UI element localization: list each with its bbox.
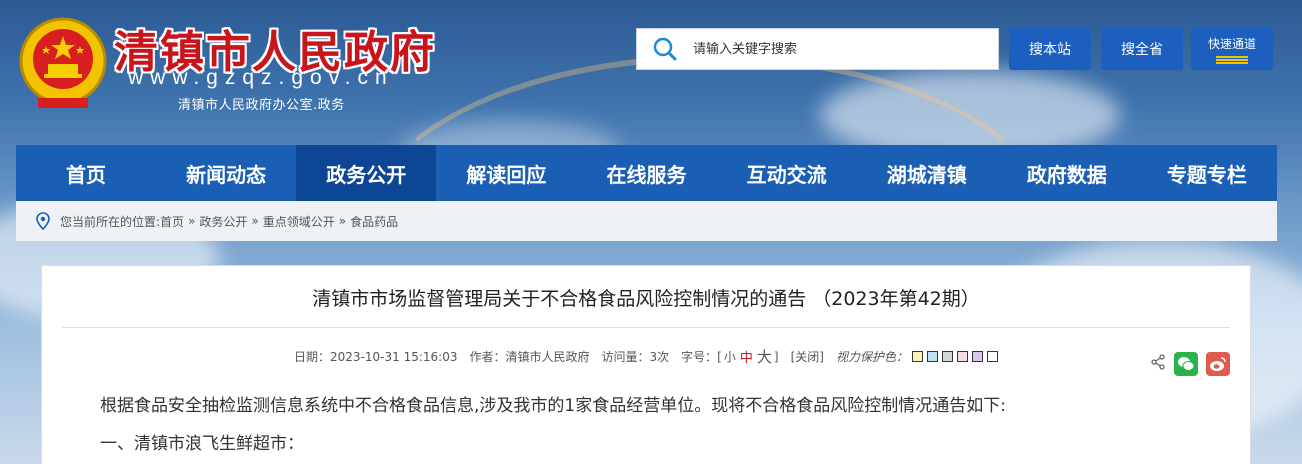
search-province-button[interactable]: 搜全省: [1101, 28, 1183, 70]
article-meta: 日期：2023-10-31 15:16:03 作者：清镇市人民政府 访问量：3次…: [42, 346, 1250, 367]
site-subtitle: 清镇市人民政府办公室.政务: [178, 98, 345, 113]
breadcrumb-sep: »: [338, 214, 347, 228]
eye-care-swatches: [911, 351, 998, 362]
nav-item-gov-data[interactable]: 政府数据: [997, 145, 1137, 201]
article-views: 访问量：3次: [601, 350, 670, 364]
breadcrumb: 您当前所在的位置: 首页 » 政务公开 » 重点领域公开 » 食品药品: [16, 201, 1277, 241]
breadcrumb-gov-info[interactable]: 政务公开: [199, 213, 247, 230]
article-panel: 清镇市市场监督管理局关于不合格食品风险控制情况的通告 （2023年第42期） 日…: [41, 265, 1251, 464]
weibo-icon[interactable]: [1206, 352, 1230, 376]
breadcrumb-key-areas[interactable]: 重点领域公开: [263, 213, 335, 230]
close-link[interactable]: [关闭]: [791, 348, 824, 365]
wechat-icon[interactable]: [1174, 352, 1198, 376]
color-swatch[interactable]: [971, 351, 983, 362]
article-paragraph: 一、清镇市浪飞生鲜超市：: [100, 434, 304, 454]
nav-item-topics[interactable]: 专题专栏: [1137, 145, 1277, 201]
eye-care-label: 视力保护色：: [835, 350, 908, 364]
nav-item-interpretation[interactable]: 解读回应: [436, 145, 576, 201]
breadcrumb-food-drug[interactable]: 食品药品: [350, 213, 398, 230]
nav-item-online-service[interactable]: 在线服务: [576, 145, 716, 201]
color-swatch[interactable]: [911, 351, 923, 362]
search-box: [636, 28, 999, 70]
article-author: 作者：清镇市人民政府: [469, 350, 590, 364]
nav-item-home[interactable]: 首页: [16, 145, 156, 201]
font-size-label: 字号：[: [681, 350, 722, 364]
search-input[interactable]: [693, 41, 983, 57]
font-size-large[interactable]: 大: [757, 346, 772, 367]
menu-lines-icon: [1216, 55, 1248, 64]
nav-item-interaction[interactable]: 互动交流: [717, 145, 857, 201]
nav-item-city[interactable]: 湖城清镇: [857, 145, 997, 201]
font-size-medium[interactable]: 中: [740, 347, 753, 366]
font-size-close: ]: [773, 349, 779, 364]
nav-item-news[interactable]: 新闻动态: [156, 145, 296, 201]
breadcrumb-sep: »: [188, 214, 196, 228]
share-icon[interactable]: [1150, 354, 1166, 374]
quick-access-button[interactable]: 快速通道: [1191, 28, 1273, 70]
breadcrumb-home[interactable]: 首页: [160, 213, 184, 230]
search-site-button[interactable]: 搜本站: [1009, 28, 1091, 70]
nav-item-gov-info[interactable]: 政务公开: [296, 145, 437, 201]
font-size-small[interactable]: 小: [724, 348, 736, 365]
color-swatch[interactable]: [941, 351, 953, 362]
site-url: www.gzqz.gov.cn: [128, 66, 394, 89]
color-swatch[interactable]: [926, 351, 938, 362]
color-swatch[interactable]: [956, 351, 968, 362]
breadcrumb-prefix: 您当前所在的位置:: [60, 214, 161, 229]
breadcrumb-sep: »: [251, 214, 259, 228]
search-icon[interactable]: [637, 28, 693, 70]
article-title: 清镇市市场监督管理局关于不合格食品风险控制情况的通告 （2023年第42期）: [312, 288, 980, 310]
share-bar: [1150, 352, 1230, 376]
national-emblem-icon: [19, 17, 107, 108]
article-paragraph: 根据食品安全抽检监测信息系统中不合格食品信息,涉及我市的1家食品经营单位。现将不…: [100, 396, 1006, 416]
color-swatch[interactable]: [986, 351, 998, 362]
title-divider: [62, 327, 1230, 328]
quick-access-label: 快速通道: [1207, 36, 1256, 51]
location-pin-icon: [36, 212, 50, 230]
article-date: 日期：2023-10-31 15:16:03: [294, 350, 458, 364]
main-nav: 首页 新闻动态 政务公开 解读回应 在线服务 互动交流 湖城清镇 政府数据 专题…: [16, 145, 1277, 201]
